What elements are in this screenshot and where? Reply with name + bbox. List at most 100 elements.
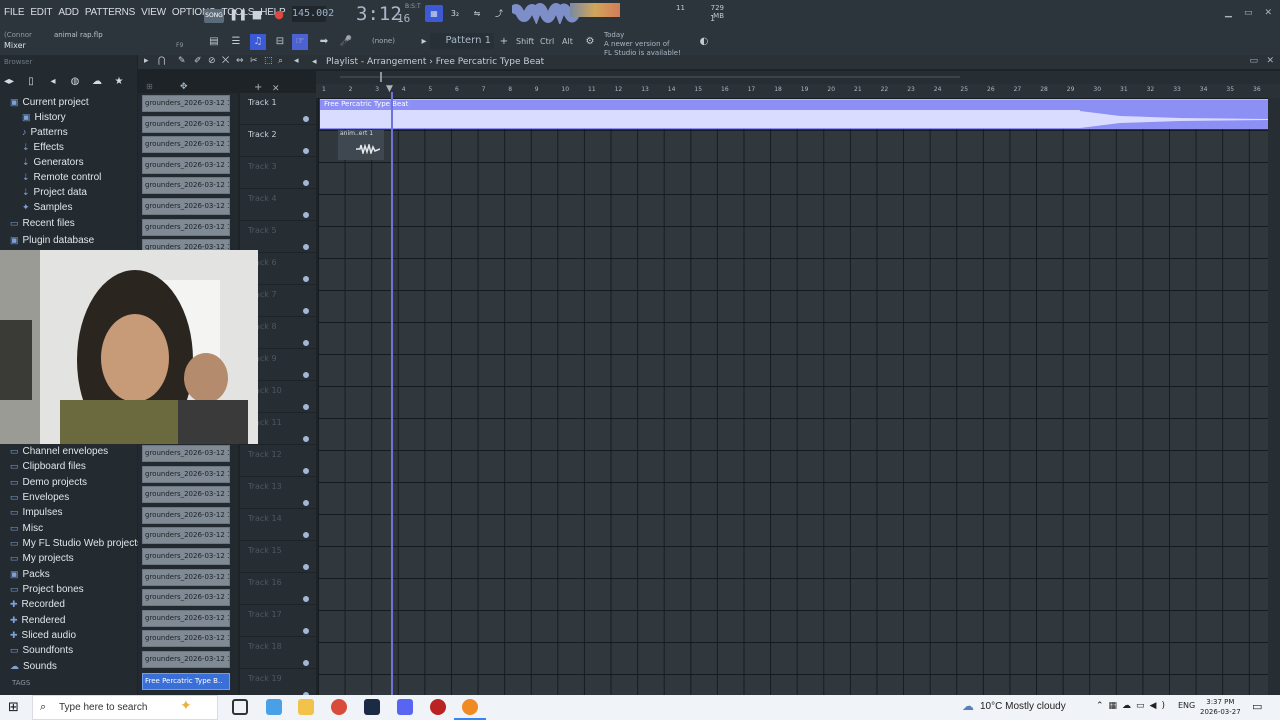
clip-source-item[interactable]: grounders_2026-03-12 1.. (142, 156, 230, 174)
breadcrumb-pattern[interactable]: Free Percatric Type Beat (436, 57, 544, 67)
language-indicator[interactable]: ENG (1178, 701, 1195, 710)
mute-tool-icon[interactable]: ⨉ (222, 56, 229, 66)
task-view-icon[interactable] (232, 699, 248, 715)
clip-source-item[interactable]: grounders_2026-03-12 1.. (142, 506, 230, 524)
clip-source-item[interactable]: grounders_2026-03-12 1.. (142, 568, 230, 586)
arrow-left-icon[interactable]: ◂ (312, 57, 317, 67)
menu-edit[interactable]: EDIT (30, 7, 52, 18)
track-mute-icon[interactable] (303, 436, 309, 442)
playhead-marker-icon[interactable]: ▼ (386, 84, 393, 94)
browser-item-samples[interactable]: ✦ Samples (22, 202, 72, 213)
track-mute-icon[interactable] (303, 532, 309, 538)
clip-source-item[interactable]: grounders_2026-03-12 1.. (142, 651, 230, 668)
notification-icon[interactable]: ▭ (1252, 700, 1262, 713)
menu-file[interactable]: FILE (4, 7, 25, 18)
browser-item-project-data[interactable]: ⇣ Project data (22, 187, 87, 198)
pause-icon[interactable]: ❚❚ (229, 8, 247, 22)
vertical-scrollbar[interactable] (1268, 98, 1280, 695)
browser-item-soundfonts[interactable]: ▭ Soundfonts (10, 645, 73, 656)
snap-icon[interactable]: ⊞ (146, 82, 153, 91)
track-header[interactable]: Track 18 (240, 637, 316, 669)
clip-source-item[interactable]: grounders_2026-03-12 1.. (142, 609, 230, 627)
clip-source-item[interactable]: grounders_2026-03-12 1.. (142, 527, 230, 545)
time-display[interactable]: 3:12 (356, 3, 402, 25)
playlist-icon[interactable]: ▤ (206, 34, 222, 50)
cloud-icon[interactable]: ☁ (90, 75, 104, 89)
track-header[interactable]: Track 14 (240, 509, 316, 541)
channel-rack-icon[interactable]: ☰ (228, 34, 244, 50)
copilot-icon[interactable] (266, 699, 282, 715)
browser-item-patterns[interactable]: ♪ Patterns (22, 127, 68, 138)
song-mode-toggle[interactable]: SONG (204, 9, 224, 23)
playhead[interactable] (391, 92, 393, 695)
fl-studio-icon[interactable] (462, 699, 478, 715)
scroll-handle[interactable] (380, 72, 382, 82)
file-icon[interactable]: ▯ (24, 75, 38, 89)
magnet-icon[interactable]: ⋂ (158, 56, 165, 66)
browser-item-effects[interactable]: ⇣ Effects (22, 142, 64, 153)
add-pattern-icon[interactable]: + (496, 34, 512, 50)
track-header[interactable]: Track 3 (240, 157, 316, 189)
browser-item-demo-projects[interactable]: ▭ Demo projects (10, 477, 87, 488)
browser-item-history[interactable]: ▣ History (22, 112, 66, 123)
clip-source-selected[interactable]: Free Percatric Type B.. (142, 673, 230, 690)
track-mute-icon[interactable] (303, 180, 309, 186)
breadcrumb-arrangement[interactable]: Arrangement (367, 57, 426, 67)
alt-key[interactable]: Alt (562, 37, 573, 46)
track-mute-icon[interactable] (303, 212, 309, 218)
clip-source-item[interactable]: grounders_2026-03-12 1.. (142, 95, 230, 112)
track-mute-icon[interactable] (303, 500, 309, 506)
browser-item-recorded[interactable]: ✚ Recorded (10, 599, 65, 610)
clip-source-item[interactable]: grounders_2026-03-12 1.. (142, 198, 230, 215)
discord-icon[interactable] (397, 699, 413, 715)
browser-item-generators[interactable]: ⇣ Generators (22, 157, 84, 168)
track-header[interactable]: Track 5 (240, 221, 316, 253)
menu-add[interactable]: ADD (58, 7, 79, 18)
play-triangle-icon[interactable]: ▸ (144, 56, 149, 66)
chrome-icon[interactable] (331, 699, 347, 715)
app-icon[interactable] (430, 699, 446, 715)
stop-icon[interactable]: ■ (250, 8, 264, 22)
clip-source-item[interactable]: grounders_2026-03-12 1.. (142, 445, 230, 462)
browser-item-channel-envelopes[interactable]: ▭ Channel envelopes (10, 446, 108, 457)
arrow-icon[interactable]: ➡ (316, 34, 332, 50)
piano-roll-icon[interactable]: ♫ (250, 34, 266, 50)
browser-item-remote-control[interactable]: ⇣ Remote control (22, 172, 101, 183)
menu-view[interactable]: VIEW (141, 7, 166, 18)
weather-text[interactable]: 10°C Mostly cloudy (980, 701, 1066, 712)
audio-clip-beat[interactable]: Free Percatric Type Beat (320, 99, 1268, 129)
track-header[interactable]: Track 13 (240, 477, 316, 509)
timeline-ruler[interactable]: 1 2 3 4 5 6 7 8 9 10 11 12 13 14 15 16 17 18 19 20 21 22 23 24 2… (316, 84, 1280, 98)
browser-item-plugin-database[interactable]: ▣ Plugin database (10, 235, 94, 246)
metronome-icon[interactable]: ▦ (425, 5, 443, 22)
track-mute-icon[interactable] (303, 308, 309, 314)
playlist-overview[interactable] (316, 71, 1280, 84)
clip-source-item[interactable]: grounders_2026-03-12 1.. (142, 630, 230, 648)
shift-key[interactable]: Shift (516, 37, 534, 46)
browser-item-misc[interactable]: ▭ Misc (10, 523, 43, 534)
track-mute-icon[interactable] (303, 404, 309, 410)
update-icon[interactable]: ◐ (696, 34, 712, 50)
browser-item-recent-files[interactable]: ▭ Recent files (10, 218, 75, 229)
zoom-tool-icon[interactable]: ⌕ (278, 56, 283, 66)
audio-clip-anim[interactable]: anim..ert 1 (338, 130, 384, 160)
maximize-icon[interactable]: ▭ (1244, 8, 1253, 18)
browser-item-fl-web-projects[interactable]: ▭ My FL Studio Web projects (10, 538, 142, 549)
playlist-grid[interactable] (318, 98, 1268, 695)
browser-item-packs[interactable]: ▣ Packs (10, 569, 50, 580)
news-panel[interactable]: Today A newer version of FL Studio is av… (604, 31, 681, 58)
slip-tool-icon[interactable]: ⇔ (236, 56, 244, 66)
wait-input-icon[interactable]: 3₂ (446, 5, 464, 22)
move-icon[interactable]: ✥ (180, 82, 188, 92)
slice-tool-icon[interactable]: ✂ (250, 56, 258, 66)
sparkle-icon[interactable]: ✦ (180, 698, 192, 714)
clock[interactable]: 3:37 PM 2026-03-27 (1200, 697, 1241, 717)
tray-icons[interactable]: ⌃▦☁▭◀) (1096, 701, 1170, 711)
track-mute-icon[interactable] (303, 628, 309, 634)
browser-item-project-bones[interactable]: ▭ Project bones (10, 584, 84, 595)
file-explorer-icon[interactable] (298, 699, 314, 715)
track-header[interactable]: Track 17 (240, 605, 316, 637)
track-mute-icon[interactable] (303, 148, 309, 154)
microphone-icon[interactable]: 🎤 (338, 34, 354, 50)
news-icon[interactable]: ⚙ (582, 34, 598, 50)
